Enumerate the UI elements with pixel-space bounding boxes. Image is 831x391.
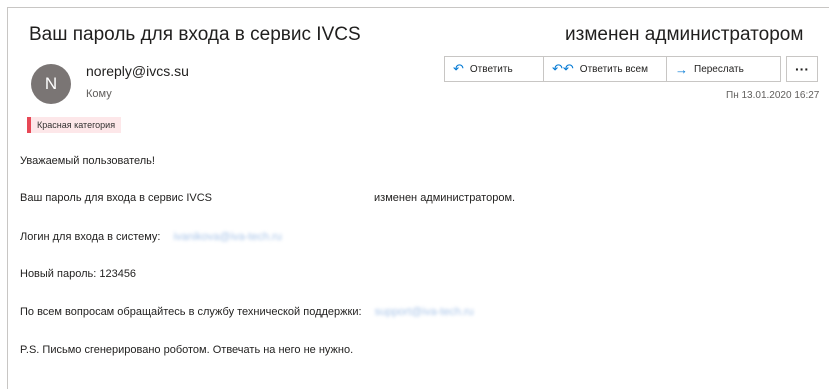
sender-email[interactable]: noreply@ivcs.su [86,63,189,79]
forward-label: Переслать [694,63,744,75]
reply-label: Ответить [469,63,513,75]
category-tag[interactable]: Красная категория [27,117,122,133]
subject-title: Ваш пароль для входа в сервис IVCS [29,24,361,45]
more-icon: ··· [795,61,809,77]
login-label: Логин для входа в систему: [20,231,161,243]
login-line: Логин для входа в систему: ivanikova@iva… [20,231,282,243]
avatar[interactable]: N [31,64,71,104]
body-greeting: Уважаемый пользователь! [20,155,155,167]
support-label: По всем вопросам обращайтесь в службу те… [20,306,362,318]
message-actions: ↶ Ответить ↶↶ Ответить всем → Переслать … [444,56,818,82]
body-line-1: Ваш пароль для входа в сервис IVCS [20,192,212,204]
password-line: Новый пароль: 123456 [20,268,137,280]
more-actions-button[interactable]: ··· [786,56,818,82]
recipients-label[interactable]: Кому [86,88,112,100]
support-email-link[interactable]: support@iva-tech.ru [375,306,474,318]
reply-icon: ↶ [453,61,464,76]
forward-icon: → [675,61,688,77]
body-line-1-left: Ваш пароль для входа в сервис IVCS [20,192,213,204]
category-color-bar [27,117,31,133]
login-email-link[interactable]: ivanikova@iva-tech.ru [174,231,282,243]
reply-all-button[interactable]: ↶↶ Ответить всем [544,56,667,82]
support-line: По всем вопросам обращайтесь в службу те… [20,306,474,318]
body-line-1-continued: изменен администратором. [374,192,516,204]
category-label: Красная категория [37,120,116,130]
forward-button[interactable]: → Переслать [667,56,781,82]
subject-title-continued: изменен администратором [565,24,804,45]
reply-all-label: Ответить всем [579,63,648,75]
reply-button[interactable]: ↶ Ответить [444,56,544,82]
ps-line: P.S. Письмо сгенерировано роботом. Отвеч… [20,344,354,356]
reply-all-icon: ↶↶ [552,61,574,76]
message-date: Пн 13.01.2020 16:27 [726,90,820,101]
